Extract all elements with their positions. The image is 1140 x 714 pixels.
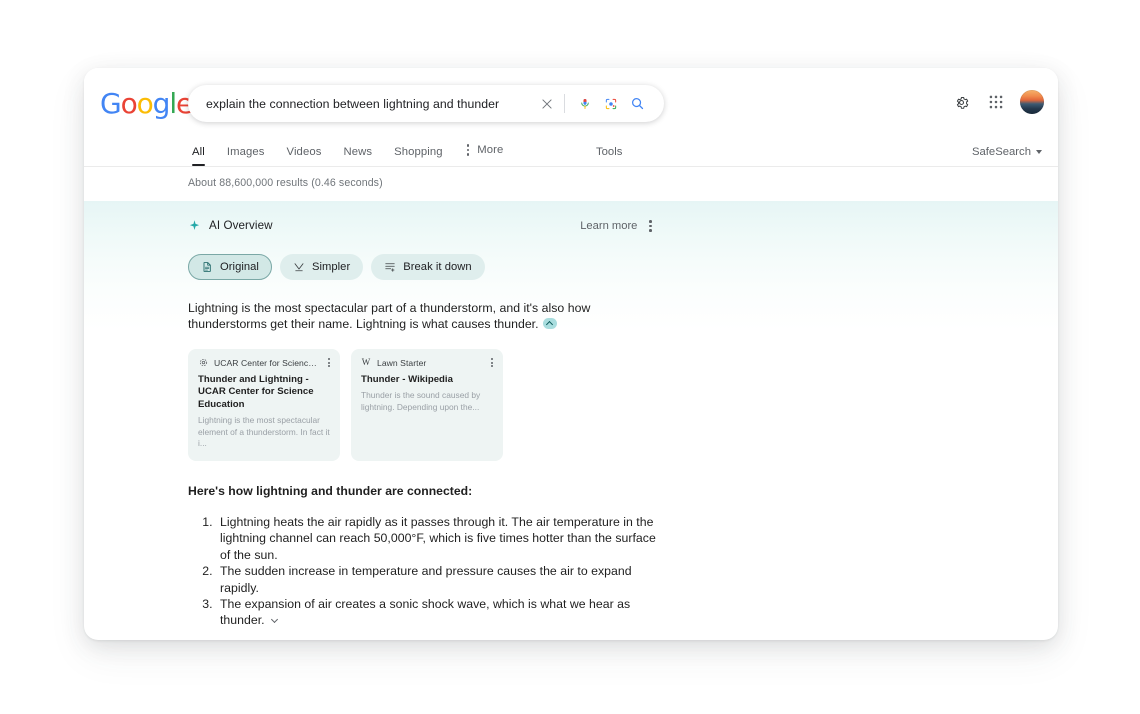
tab-all-label: All [192, 146, 205, 158]
chip-break-it-down-label: Break it down [403, 260, 472, 273]
ai-subheading: Here's how lightning and thunder are con… [188, 483, 473, 498]
tab-more[interactable]: More [454, 142, 515, 166]
ai-overview-header: AI Overview Learn more [188, 201, 654, 234]
tab-news[interactable]: News [332, 146, 383, 166]
step-3-text: The expansion of air creates a sonic sho… [220, 597, 631, 628]
source-card-header: W Lawn Starter [361, 358, 493, 368]
logo-letter-o2: o [136, 87, 154, 120]
tab-more-label: More [477, 144, 504, 157]
google-lens-icon [605, 98, 617, 109]
logo-letter-g1: G [100, 87, 122, 120]
collapse-sources-button[interactable] [542, 318, 557, 330]
step-2-text: The sudden increase in temperature and p… [220, 564, 632, 595]
ai-overview-panel: AI Overview Learn more Original Simpler … [84, 201, 1058, 640]
source-card-header: UCAR Center for Science Edu... [198, 358, 330, 368]
chevron-down-icon [270, 615, 278, 623]
gear-favicon-icon [198, 358, 208, 368]
source-card[interactable]: UCAR Center for Science Edu... Thunder a… [188, 348, 340, 461]
chip-simpler-label: Simpler [311, 260, 351, 273]
microphone-icon [581, 98, 589, 109]
search-bar[interactable]: explain the connection between lightning… [188, 85, 664, 122]
expand-step-3-button[interactable] [269, 615, 280, 626]
source-card-title: Thunder - Wikipedia [361, 373, 453, 385]
ai-intro-paragraph: Lightning is the most spectacular part o… [188, 300, 658, 333]
ai-overview-title: AI Overview [209, 219, 273, 233]
ai-overview-header-actions: Learn more [580, 218, 654, 234]
article-icon [203, 261, 211, 272]
more-kebab-icon [465, 142, 472, 158]
tab-shopping[interactable]: Shopping [383, 146, 454, 166]
search-nav-tabs: All Images Videos News Shopping More Too… [84, 135, 1058, 166]
ai-steps-list: Lightning heats the air rapidly as it pa… [188, 514, 658, 629]
w-favicon-icon: W [361, 357, 371, 368]
search-header: Google explain the connection between li… [84, 68, 1058, 135]
source-card-site: Lawn Starter [377, 357, 427, 368]
ai-overview-body: Lightning is the most spectacular part o… [188, 300, 658, 640]
logo-letter-g2: g [152, 87, 171, 120]
lens-search-button[interactable] [598, 91, 624, 117]
tools-button[interactable]: Tools [596, 146, 622, 158]
search-bar-actions [534, 91, 650, 117]
close-icon [542, 98, 552, 109]
results-count: About 88,600,000 results (0.46 seconds) [84, 167, 1058, 201]
chip-original[interactable]: Original [188, 253, 272, 280]
tab-videos[interactable]: Videos [276, 146, 333, 166]
tab-videos-label: Videos [286, 146, 322, 158]
tab-shopping-label: Shopping [394, 146, 443, 158]
chip-original-label: Original [220, 260, 259, 273]
source-card-site: UCAR Center for Science Edu... [214, 357, 319, 368]
source-card-snippet: Thunder is the sound caused by lightning… [361, 390, 481, 412]
list-item: The expansion of air creates a sonic sho… [216, 596, 658, 629]
tab-images-label: Images [226, 146, 265, 158]
search-submit-button[interactable] [624, 91, 650, 117]
tab-all[interactable]: All [188, 146, 216, 166]
search-bar-divider [564, 94, 565, 113]
clear-search-button[interactable] [534, 91, 560, 117]
source-card-menu-button[interactable] [325, 358, 330, 367]
list-item: Lightning heats the air rapidly as it pa… [216, 514, 658, 563]
sparkle-icon [189, 220, 200, 231]
google-apps-button[interactable] [985, 91, 1007, 113]
list-item: The sudden increase in temperature and p… [216, 563, 658, 596]
voice-search-button[interactable] [572, 91, 598, 117]
safesearch-label: SafeSearch [971, 146, 1031, 158]
tab-list: All Images Videos News Shopping More [188, 142, 514, 166]
ai-overview-style-chips: Original Simpler Break it down [188, 253, 1058, 280]
gear-icon [956, 96, 968, 109]
browser-window: Google explain the connection between li… [84, 68, 1058, 640]
avatar[interactable] [1020, 90, 1044, 114]
tab-news-label: News [343, 146, 373, 158]
apps-grid-icon [989, 95, 1003, 109]
logo-letter-o1: o [120, 87, 138, 120]
chip-break-it-down[interactable]: Break it down [371, 253, 485, 280]
quick-settings-button[interactable] [950, 91, 972, 113]
header-actions [950, 90, 1044, 114]
chevron-down-icon [1036, 150, 1042, 154]
search-icon [631, 97, 643, 110]
ai-intro-text: Lightning is the most spectacular part o… [188, 300, 591, 332]
ai-overview-menu-button[interactable] [647, 218, 654, 234]
step-1-text: Lightning heats the air rapidly as it pa… [220, 515, 656, 562]
chevron-up-icon [546, 321, 554, 329]
chip-simpler[interactable]: Simpler [279, 253, 364, 280]
search-input[interactable]: explain the connection between lightning… [206, 97, 534, 111]
tab-images[interactable]: Images [216, 146, 276, 166]
safesearch-dropdown[interactable]: SafeSearch [972, 146, 1042, 158]
source-card-snippet: Lightning is the most spectacular elemen… [198, 415, 330, 449]
ai-source-cards: UCAR Center for Science Edu... Thunder a… [188, 348, 658, 461]
list-plus-icon [385, 263, 395, 272]
learn-more-link[interactable]: Learn more [580, 220, 637, 232]
source-card[interactable]: W Lawn Starter Thunder - Wikipedia Thund… [351, 348, 503, 461]
source-card-menu-button[interactable] [488, 358, 493, 367]
google-logo[interactable]: Google [100, 87, 193, 120]
source-card-title: Thunder and Lightning - UCAR Center for … [198, 373, 314, 410]
simplify-icon [294, 263, 304, 271]
